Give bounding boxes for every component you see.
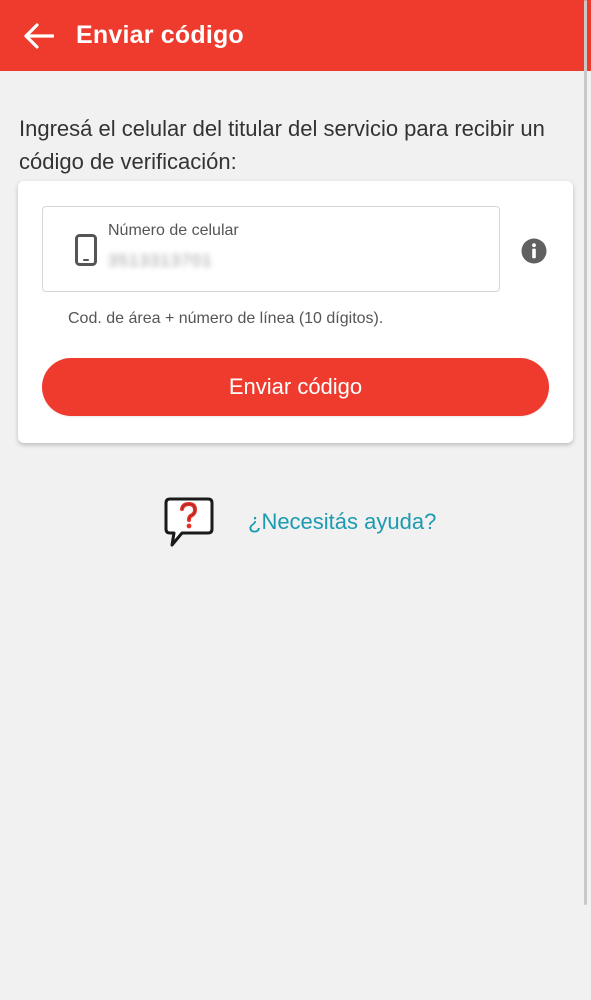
- phone-number-label: Número de celular: [108, 222, 239, 239]
- smartphone-icon: [75, 234, 97, 266]
- scrollbar[interactable]: [584, 0, 587, 905]
- send-code-button[interactable]: Enviar código: [42, 358, 549, 416]
- phone-number-input[interactable]: [108, 249, 252, 273]
- info-icon: [521, 238, 547, 264]
- app-screen: Enviar código Ingresá el celular del tit…: [0, 0, 591, 1000]
- info-button[interactable]: [521, 238, 547, 264]
- page-title: Enviar código: [76, 21, 244, 49]
- help-section: ¿Necesitás ayuda?: [162, 494, 462, 550]
- app-bar: Enviar código: [0, 0, 591, 71]
- phone-number-field[interactable]: Número de celular: [42, 206, 500, 292]
- arrow-left-icon: [24, 23, 54, 49]
- intro-text: Ingresá el celular del titular del servi…: [19, 116, 545, 174]
- help-link[interactable]: ¿Necesitás ayuda?: [248, 507, 436, 537]
- back-button[interactable]: [22, 19, 56, 53]
- phone-hint-text: Cod. de área + número de línea (10 dígit…: [68, 310, 384, 327]
- question-bubble-icon: [164, 497, 214, 547]
- phone-form-card: Número de celular Cod. de área + número …: [18, 181, 573, 443]
